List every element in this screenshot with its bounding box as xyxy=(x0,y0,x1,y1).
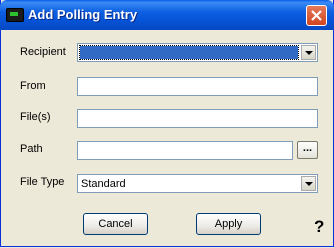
close-button[interactable] xyxy=(306,5,327,26)
recipient-selected-value xyxy=(79,45,299,60)
path-field[interactable] xyxy=(77,141,293,160)
window-title: Add Polling Entry xyxy=(28,7,138,22)
add-polling-entry-dialog: Add Polling Entry Recipient From File(s)… xyxy=(0,0,334,247)
recipient-dropdown[interactable] xyxy=(77,43,318,62)
file-type-dropdown-arrow[interactable] xyxy=(301,176,316,191)
files-field[interactable] xyxy=(77,109,318,128)
recipient-label: Recipient xyxy=(20,46,66,58)
files-label: File(s) xyxy=(20,111,51,123)
from-label: From xyxy=(20,80,46,92)
from-field[interactable] xyxy=(77,77,318,96)
modem-icon xyxy=(6,8,24,22)
recipient-dropdown-arrow[interactable] xyxy=(301,45,316,60)
apply-button[interactable]: Apply xyxy=(196,213,261,235)
chevron-down-icon xyxy=(305,182,313,186)
browse-button[interactable]: ... xyxy=(297,141,318,159)
cancel-button[interactable]: Cancel xyxy=(83,213,148,235)
file-type-label: File Type xyxy=(20,176,65,188)
help-icon[interactable]: ? xyxy=(314,217,324,237)
chevron-down-icon xyxy=(305,51,313,55)
close-icon xyxy=(311,10,322,21)
path-label: Path xyxy=(20,143,43,155)
file-type-value: Standard xyxy=(81,178,126,190)
title-bar: Add Polling Entry xyxy=(0,0,334,30)
file-type-dropdown[interactable]: Standard xyxy=(77,174,318,193)
